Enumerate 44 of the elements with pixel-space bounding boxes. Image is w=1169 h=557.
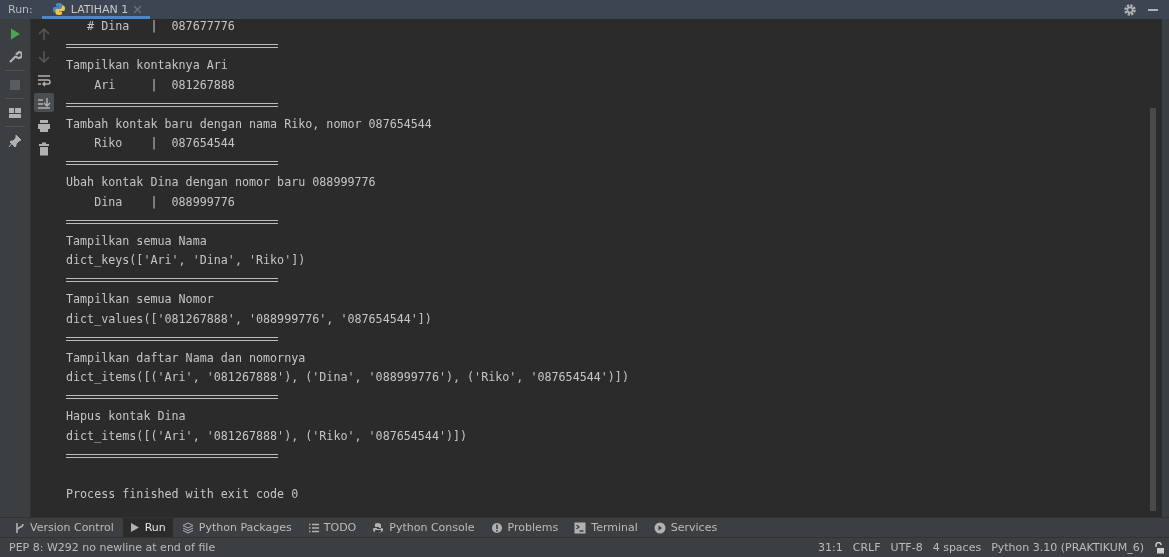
lock-icon[interactable] [1154, 541, 1165, 554]
console-line: dict_values(['081267888', '088999776', '087654544']) [66, 310, 432, 328]
python-icon [51, 2, 66, 16]
tool-window-tab[interactable]: Services [646, 518, 725, 537]
run-label: Run: [7, 3, 34, 16]
console-line: Tampilkan daftar Nama dan nomornya [66, 349, 306, 367]
status-item[interactable]: 31:1 [818, 541, 843, 554]
status-message: PEP 8: W292 no newline at end of file [9, 541, 216, 554]
warning-icon [490, 521, 503, 534]
console-line: Dina | 088999776 [93, 193, 235, 211]
tool-window-tab[interactable]: Python Console [365, 518, 482, 537]
console-line: dict_items([('Ari', '081267888'), ('Riko', '087654544')]) [66, 427, 468, 445]
terminal-icon [574, 521, 587, 534]
settings-icon[interactable] [1123, 2, 1137, 17]
console-line: Riko | 087654544 [93, 135, 235, 152]
tool-window-tab[interactable]: Problems [483, 518, 566, 537]
play-icon [129, 522, 140, 533]
tool-window-tab[interactable]: Run [122, 518, 173, 537]
console-line: Ubah kontak Dina dengan nomor baru 088999776 [66, 174, 376, 191]
console-line: Ari | 081267888 [93, 76, 235, 94]
console-line: Process finished with exit code 0 [66, 486, 299, 503]
python-icon [372, 521, 385, 534]
tool-window-tab[interactable]: Terminal [567, 518, 645, 537]
console-line: Tambah kontak baru dengan nama Riko, nomor 087654544 [66, 115, 432, 133]
services-icon [653, 521, 666, 534]
status-item[interactable]: Python 3.10 (PRAKTIKUM_6) [991, 541, 1144, 554]
status-item[interactable]: UTF-8 [890, 541, 923, 554]
console-line: Tampilkan semua Nama [66, 232, 207, 250]
console-line: # Dina | 087677776 [86, 19, 235, 35]
console-line: dict_items([('Ari', '081267888'), ('Dina', '088999776'), ('Riko', '087654544')]) [66, 369, 629, 386]
scroll-to-end-icon[interactable] [33, 93, 54, 112]
scrollbar[interactable] [1150, 108, 1156, 511]
console-line: Hapus kontak Dina [66, 408, 186, 425]
layers-icon [181, 521, 194, 534]
branch-icon [15, 521, 25, 534]
console-line: Tampilkan semua Nomor [66, 291, 214, 308]
status-item[interactable]: CRLF [852, 541, 881, 554]
list-icon [307, 522, 319, 533]
tool-window-tab[interactable]: Version Control [8, 518, 121, 537]
status-item[interactable]: 4 spaces [932, 541, 982, 554]
console-line: dict_keys(['Ari', 'Dina', 'Riko']) [66, 252, 306, 269]
tool-window-tab[interactable]: TODO [300, 518, 364, 537]
tool-window-tab[interactable]: Python Packages [174, 518, 299, 537]
console-line: Tampilkan kontaknya Ari [66, 57, 228, 74]
